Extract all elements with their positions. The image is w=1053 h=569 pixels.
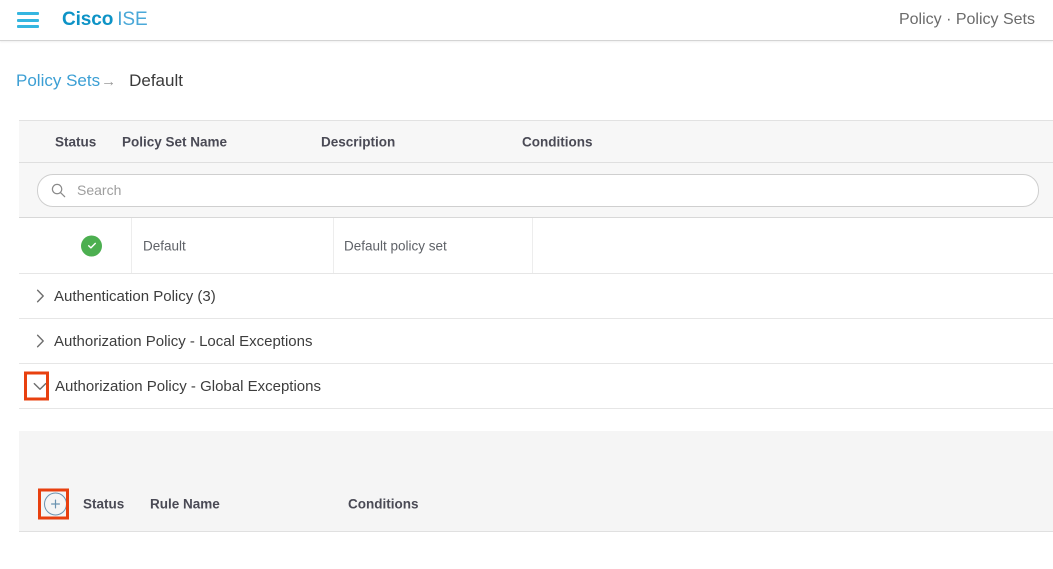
hamburger-bar xyxy=(17,18,39,22)
section-label: Authorization Policy - Global Exceptions xyxy=(55,377,321,395)
section-authorization-global-exceptions[interactable]: Authorization Policy - Global Exceptions xyxy=(19,364,1053,409)
breadcrumb-link-policy-sets[interactable]: Policy Sets xyxy=(16,71,100,91)
brand-logo[interactable]: Cisco ISE xyxy=(62,9,148,31)
cell-description: Default policy set xyxy=(344,238,447,253)
hamburger-bar xyxy=(17,12,39,15)
column-header-policy-set-name: Policy Set Name xyxy=(122,134,228,149)
app-header: Cisco ISE Policy · Policy Sets xyxy=(0,0,1053,41)
section-authentication-policy[interactable]: Authentication Policy (3) xyxy=(19,274,1053,319)
hamburger-icon[interactable] xyxy=(17,12,39,28)
table-row[interactable]: Default Default policy set xyxy=(19,218,1053,274)
column-header-status: Status xyxy=(55,134,97,149)
page-title: Default xyxy=(129,71,183,90)
cell-divider xyxy=(131,218,132,273)
status-ok-icon xyxy=(81,235,102,256)
chevron-right-icon xyxy=(29,334,51,348)
search-input[interactable] xyxy=(77,182,977,198)
section-label: Authentication Policy (3) xyxy=(54,287,216,305)
chevron-right-icon xyxy=(29,289,51,303)
inner-table-header-row: Status Rule Name Conditions xyxy=(19,477,1053,531)
section-authorization-local-exceptions[interactable]: Authorization Policy - Local Exceptions xyxy=(19,319,1053,364)
table-header-row: Status Policy Set Name Description Condi… xyxy=(19,121,1053,163)
chevron-down-icon xyxy=(29,382,51,391)
brand-primary: Cisco xyxy=(62,9,114,30)
table-search-row xyxy=(19,163,1053,218)
search-box[interactable] xyxy=(37,173,1039,207)
column-header-conditions: Conditions xyxy=(522,134,593,149)
column-header-description: Description xyxy=(321,134,396,149)
search-icon xyxy=(51,183,66,198)
cell-divider xyxy=(532,218,533,273)
plus-circle-icon[interactable] xyxy=(44,492,67,516)
global-exceptions-panel: Status Rule Name Conditions xyxy=(19,431,1053,532)
cell-divider xyxy=(333,218,334,273)
brand-secondary: ISE xyxy=(117,9,148,30)
page-path: Policy Sets → Default xyxy=(0,41,1053,91)
cell-policy-set-name: Default xyxy=(143,238,186,253)
inner-column-header-conditions: Conditions xyxy=(348,496,419,512)
inner-column-header-rule-name: Rule Name xyxy=(150,496,220,512)
breadcrumb: Policy · Policy Sets xyxy=(898,11,1035,28)
arrow-right-icon: → xyxy=(101,73,117,90)
inner-column-header-status: Status xyxy=(83,496,125,512)
section-label: Authorization Policy - Local Exceptions xyxy=(54,332,313,350)
hamburger-bar xyxy=(17,25,39,28)
policy-set-table: Status Policy Set Name Description Condi… xyxy=(19,120,1053,274)
